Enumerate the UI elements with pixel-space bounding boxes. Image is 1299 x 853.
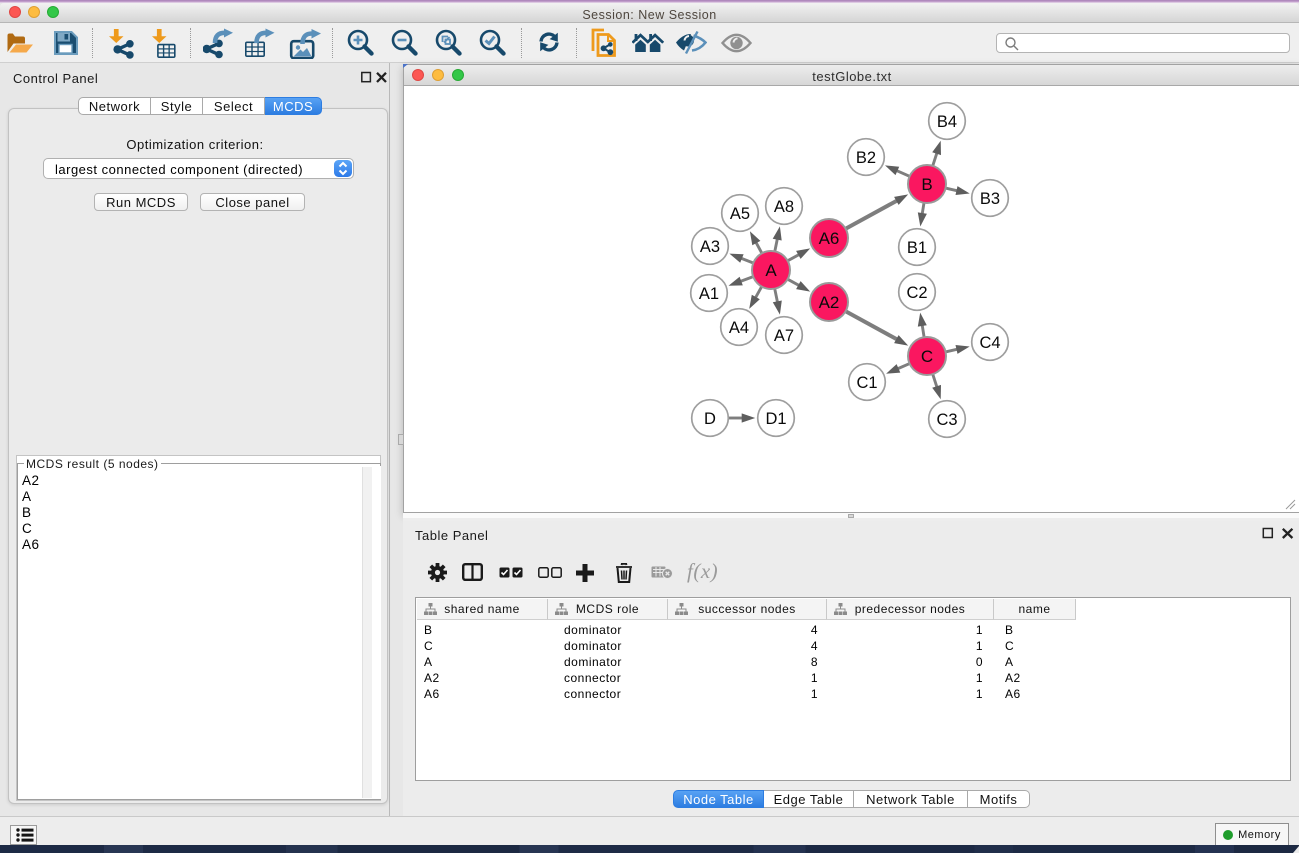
svg-text:A2: A2: [819, 293, 840, 312]
svg-text:B2: B2: [856, 149, 876, 167]
svg-text:A6: A6: [819, 229, 840, 248]
svg-text:A1: A1: [699, 285, 719, 303]
svg-text:B1: B1: [907, 239, 927, 257]
svg-text:A7: A7: [774, 327, 794, 345]
svg-text:A5: A5: [730, 205, 750, 223]
svg-text:C1: C1: [856, 374, 877, 392]
svg-text:C2: C2: [906, 284, 927, 302]
svg-text:C: C: [921, 347, 933, 366]
svg-text:C4: C4: [979, 334, 1000, 352]
svg-text:C3: C3: [936, 411, 957, 429]
svg-text:A8: A8: [774, 198, 794, 216]
svg-text:A4: A4: [729, 319, 749, 337]
svg-text:A3: A3: [700, 238, 720, 256]
svg-text:B3: B3: [980, 190, 1000, 208]
svg-text:D1: D1: [765, 410, 786, 428]
svg-text:D: D: [704, 410, 716, 428]
svg-text:A: A: [765, 261, 777, 280]
svg-text:B: B: [921, 175, 932, 194]
svg-text:B4: B4: [937, 113, 957, 131]
